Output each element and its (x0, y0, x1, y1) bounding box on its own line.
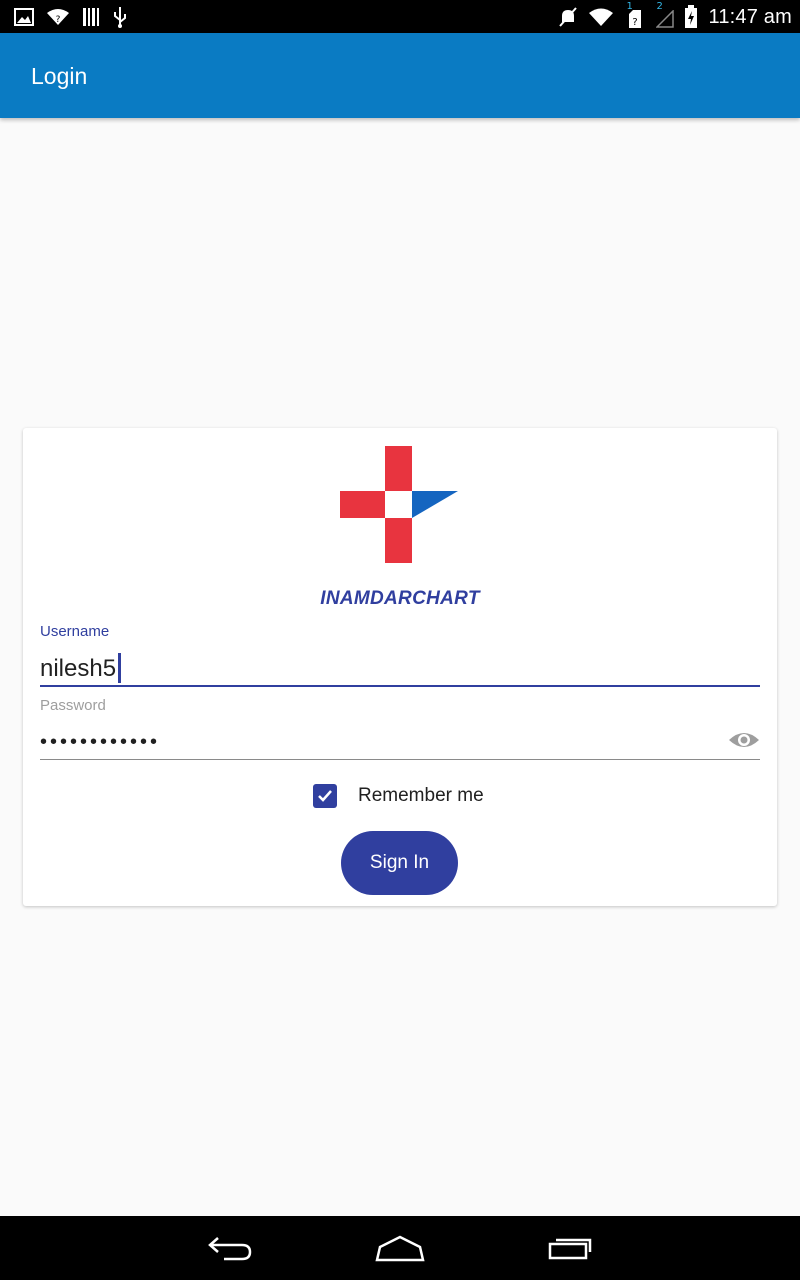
sim1-icon: 1 ? (624, 1, 644, 30)
logo-icon (340, 446, 458, 563)
wifi-icon: ? (47, 9, 69, 25)
svg-text:?: ? (633, 17, 638, 28)
nav-bar (0, 1216, 800, 1280)
password-label: Password (40, 697, 106, 714)
home-icon (375, 1235, 425, 1262)
username-label: Username (40, 623, 110, 640)
wifi-icon (589, 8, 614, 26)
brand-name: INAMDARCHART (320, 588, 480, 609)
recents-icon (548, 1238, 592, 1260)
eye-icon[interactable] (728, 726, 760, 754)
text-caret (118, 653, 121, 683)
back-icon (208, 1237, 252, 1261)
status-bar: ? 1 ? 2 11:47 am (0, 0, 800, 33)
barcode-icon (83, 8, 99, 26)
password-underline (40, 759, 760, 760)
app-bar: Login (0, 33, 800, 118)
page-title: Login (31, 63, 88, 89)
svg-text:?: ? (56, 15, 61, 25)
password-input[interactable] (40, 728, 760, 756)
gallery-icon (14, 8, 34, 26)
sign-in-button[interactable]: Sign In (341, 831, 458, 895)
recents-button[interactable] (540, 1230, 600, 1266)
sim2-icon: 2 (654, 1, 675, 30)
username-underline (40, 685, 760, 687)
status-time: 11:47 am (708, 5, 792, 28)
remember-me-row[interactable]: Remember me (313, 782, 484, 810)
home-button[interactable] (370, 1230, 430, 1266)
username-input[interactable] (40, 652, 760, 686)
login-card: INAMDARCHART Username Password Remember … (23, 428, 777, 906)
battery-icon (685, 5, 698, 28)
usb-icon (114, 7, 126, 28)
remember-me-checkbox[interactable] (313, 784, 337, 808)
check-icon (318, 790, 332, 802)
mute-icon (559, 7, 578, 27)
remember-me-label: Remember me (358, 785, 484, 806)
back-button[interactable] (200, 1230, 260, 1266)
